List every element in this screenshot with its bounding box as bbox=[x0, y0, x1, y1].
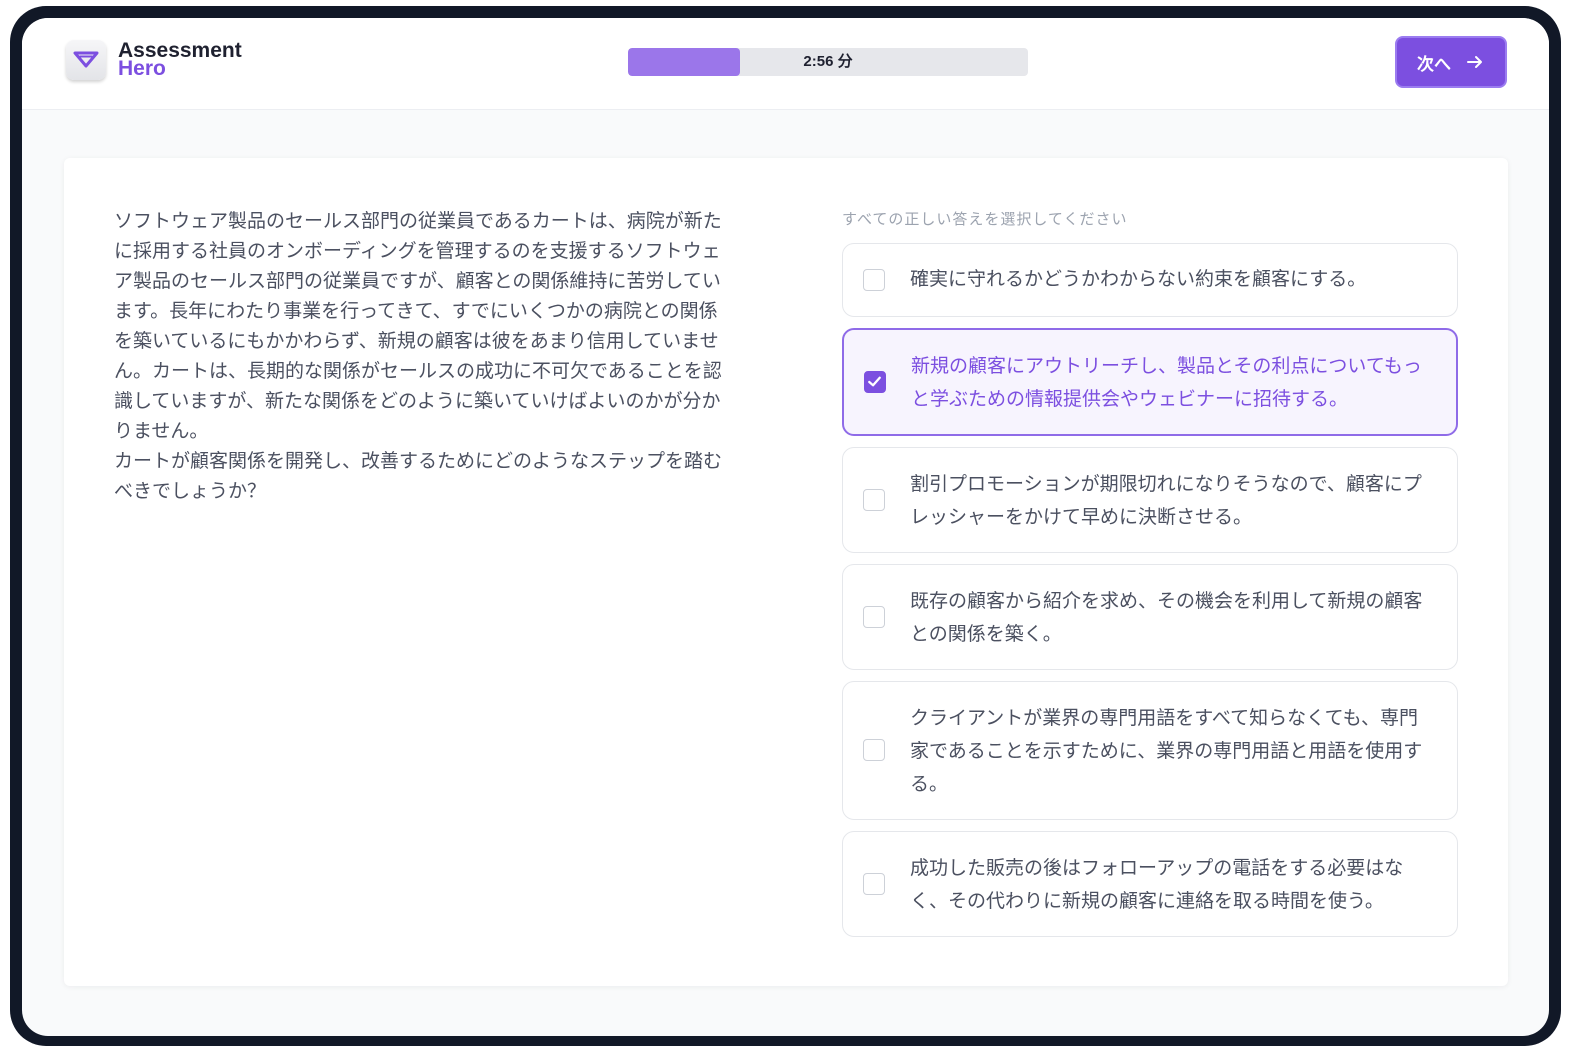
option-checkbox[interactable] bbox=[863, 606, 885, 628]
option-checkbox[interactable] bbox=[864, 371, 886, 393]
option-checkbox[interactable] bbox=[863, 269, 885, 291]
option-text: 既存の顧客から紹介を求め、その機会を利用して新規の顧客との関係を築く。 bbox=[910, 590, 1423, 645]
answer-option[interactable]: 成功した販売の後はフォローアップの電話をする必要はなく、その代わりに新規の顧客に… bbox=[842, 831, 1458, 937]
timer-label: 2:56 分 bbox=[803, 53, 853, 70]
answer-option[interactable]: 新規の顧客にアウトリーチし、製品とその利点についてもっと学ぶための情報提供会やウ… bbox=[842, 328, 1458, 436]
question-card: ソフトウェア製品のセールス部門の従業員であるカートは、病院が新たに採用する社員の… bbox=[64, 158, 1508, 986]
option-text: 新規の顧客にアウトリーチし、製品とその利点についてもっと学ぶための情報提供会やウ… bbox=[911, 355, 1422, 410]
option-text: 確実に守れるかどうかわからない約束を顧客にする。 bbox=[910, 268, 1367, 290]
answer-option[interactable]: 既存の顧客から紹介を求め、その機会を利用して新規の顧客との関係を築く。 bbox=[842, 564, 1458, 670]
arrow-right-icon bbox=[1467, 56, 1482, 68]
option-text: 割引プロモーションが期限切れになりそうなので、顧客にプレッシャーをかけて早めに決… bbox=[910, 473, 1422, 528]
logo-heart-icon bbox=[66, 40, 106, 80]
option-text: クライアントが業界の専門用語をすべて知らなくても、専門家であることを示すために、… bbox=[910, 707, 1423, 795]
question-prompt: カートが顧客関係を開発し、改善するためにどのようなステップを踏むべきでしょうか？ bbox=[114, 450, 723, 502]
option-checkbox[interactable] bbox=[863, 739, 885, 761]
option-text: 成功した販売の後はフォローアップの電話をする必要はなく、その代わりに新規の顧客に… bbox=[910, 857, 1404, 912]
next-button[interactable]: 次へ bbox=[1395, 36, 1507, 88]
option-checkbox[interactable] bbox=[863, 489, 885, 511]
question-text: ソフトウェア製品のセールス部門の従業員であるカートは、病院が新たに採用する社員の… bbox=[114, 210, 722, 442]
option-checkbox[interactable] bbox=[863, 873, 885, 895]
timer-progress-bar: 2:56 分 bbox=[628, 48, 1028, 76]
answer-option[interactable]: 割引プロモーションが期限切れになりそうなので、顧客にプレッシャーをかけて早めに決… bbox=[842, 447, 1458, 553]
brand-name-line2: Hero bbox=[118, 57, 166, 80]
top-bar: Assessment Hero 2:56 分 次へ bbox=[22, 18, 1549, 110]
answer-instruction: すべての正しい答えを選択してください bbox=[842, 210, 1128, 228]
checkmark-icon bbox=[868, 376, 881, 387]
device-frame: Assessment Hero 2:56 分 次へ ソフトウェア製品のセールス部… bbox=[10, 6, 1561, 1046]
question-panel: ソフトウェア製品のセールス部門の従業員であるカートは、病院が新たに採用する社員の… bbox=[114, 206, 722, 506]
answer-option[interactable]: クライアントが業界の専門用語をすべて知らなくても、専門家であることを示すために、… bbox=[842, 681, 1458, 820]
brand-logo: Assessment Hero bbox=[66, 40, 242, 80]
answer-option[interactable]: 確実に守れるかどうかわからない約束を顧客にする。 bbox=[842, 243, 1458, 317]
app-screen: Assessment Hero 2:56 分 次へ ソフトウェア製品のセールス部… bbox=[22, 18, 1549, 1036]
next-button-label: 次へ bbox=[1417, 54, 1451, 75]
